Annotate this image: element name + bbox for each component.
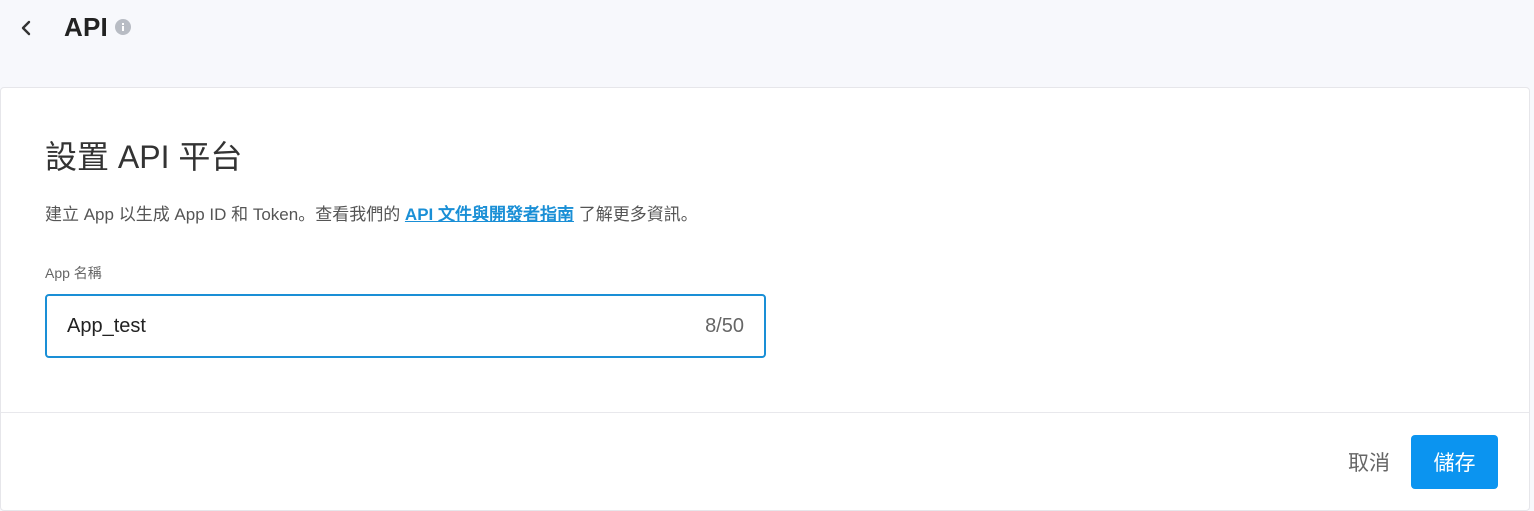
page-title: API xyxy=(64,12,108,42)
description-prefix: 建立 App 以生成 App ID 和 Token。查看我們的 xyxy=(45,205,405,224)
api-docs-link[interactable]: API 文件與開發者指南 xyxy=(405,205,574,224)
save-button[interactable]: 儲存 xyxy=(1411,435,1498,489)
char-counter: 8/50 xyxy=(705,314,744,337)
app-name-label: App 名稱 xyxy=(45,265,102,281)
footer-divider xyxy=(1,412,1529,413)
back-button[interactable] xyxy=(14,16,38,40)
page: API 設置 API 平台 建立 App 以生成 App ID 和 Token。… xyxy=(0,0,1534,511)
api-setup-card: 設置 API 平台 建立 App 以生成 App ID 和 Token。查看我們… xyxy=(0,87,1530,511)
cancel-button[interactable]: 取消 xyxy=(1341,444,1397,480)
app-name-input[interactable] xyxy=(67,314,706,338)
card-title: 設置 API 平台 xyxy=(45,139,243,175)
info-icon[interactable] xyxy=(115,19,131,35)
chevron-left-icon xyxy=(21,20,31,36)
top-bar: API xyxy=(0,0,1534,56)
description-suffix: 了解更多資訊。 xyxy=(573,205,698,224)
description: 建立 App 以生成 App ID 和 Token。查看我們的 API 文件與開… xyxy=(45,200,698,225)
app-name-field-wrapper: 8/50 xyxy=(45,294,766,358)
